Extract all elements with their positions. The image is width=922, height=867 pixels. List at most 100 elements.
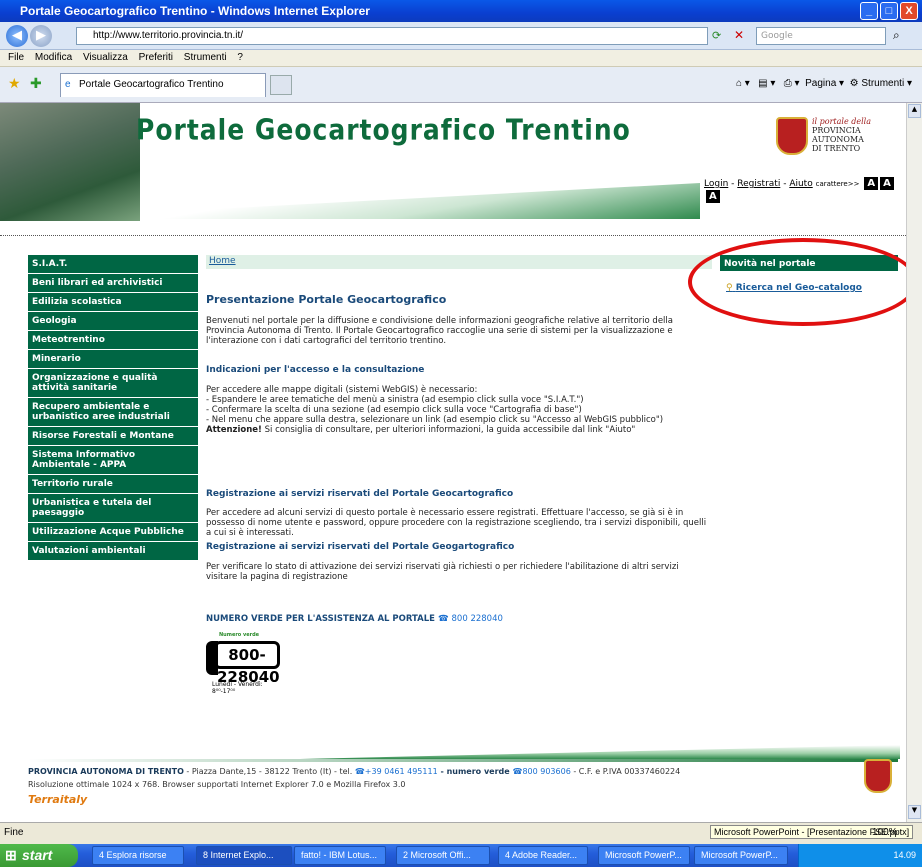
zoom-level[interactable]: 100%	[872, 827, 898, 838]
status-text: Fine	[4, 827, 24, 838]
access-line-5: Si consiglia di consultare, per ulterior…	[261, 425, 636, 435]
print-icon[interactable]: ⎙ ▾	[784, 78, 800, 89]
menu-help[interactable]: ?	[237, 52, 243, 63]
footer-tel[interactable]: +39 0461 495111	[365, 767, 438, 776]
red-highlight-circle	[688, 238, 906, 326]
sidebar-item-minerario[interactable]: Minerario	[28, 350, 198, 369]
task-powerpoint-2[interactable]: Microsoft PowerP...	[694, 846, 788, 865]
task-office[interactable]: 2 Microsoft Offi...	[396, 846, 490, 865]
close-button[interactable]: X	[900, 2, 918, 20]
task-internet-explorer[interactable]: 8 Internet Explo...	[196, 846, 292, 865]
page-title: Presentazione Portale Geocartografico	[206, 293, 447, 306]
registration-text: Per accedere ad alcuni servizi di questo…	[206, 508, 707, 538]
refresh-icon[interactable]: ⟳	[712, 29, 721, 42]
aiuto-link[interactable]: Aiuto	[789, 179, 812, 189]
sidebar-item-siat[interactable]: S.I.A.T.	[28, 255, 198, 274]
sidebar-item-acque[interactable]: Utilizzazione Acque Pubbliche	[28, 523, 198, 542]
page-menu[interactable]: Pagina	[805, 78, 836, 89]
sidebar-item-edilizia[interactable]: Edilizia scolastica	[28, 293, 198, 312]
numero-verde-label: NUMERO VERDE PER L'ASSISTENZA AL PORTALE	[206, 614, 435, 624]
maximize-button[interactable]: □	[880, 2, 898, 20]
footer-swoosh	[300, 745, 900, 759]
access-line-3: - Confermare la scelta di una sezione (a…	[206, 405, 582, 415]
site-banner: Portale Geocartografico Trentino il port…	[0, 103, 906, 221]
logo-line2: PROVINCIA AUTONOMA	[812, 126, 864, 144]
scroll-down-arrow-icon[interactable]: ▼	[908, 805, 921, 819]
sidebar-item-risorse-forestali[interactable]: Risorse Forestali e Montane	[28, 427, 198, 446]
sidebar-item-meteotrentino[interactable]: Meteotrentino	[28, 331, 198, 350]
menu-file[interactable]: File	[8, 52, 24, 63]
font-small-button[interactable]: A	[864, 177, 879, 190]
sidebar-item-urbanistica[interactable]: Urbanistica e tutela del paesaggio	[28, 494, 198, 523]
footer-nv-label: - numero verde	[437, 767, 513, 776]
font-medium-button[interactable]: A	[880, 177, 894, 190]
access-warning: Attenzione!	[206, 425, 262, 435]
ie-icon: e	[65, 79, 71, 90]
menu-bar: File Modifica Visualizza Preferiti Strum…	[0, 50, 922, 67]
sidebar-item-geologia[interactable]: Geologia	[28, 312, 198, 331]
sidebar-item-valutazioni[interactable]: Valutazioni ambientali	[28, 542, 198, 561]
clock[interactable]: 14.09	[893, 850, 916, 860]
home-icon[interactable]: ⌂ ▾	[736, 78, 750, 89]
system-tray: 14.09	[798, 844, 922, 867]
sidebar-item-organizzazione[interactable]: Organizzazione e qualità attività sanita…	[28, 369, 198, 398]
stop-icon[interactable]: ✕	[734, 28, 744, 42]
search-input[interactable]: Google	[756, 27, 886, 45]
task-lotus[interactable]: fatto! - IBM Lotus...	[294, 846, 386, 865]
footer-nv-number[interactable]: 800 903606	[522, 767, 570, 776]
top-links: Login - Registrati - Aiuto carattere>> A…	[704, 177, 906, 203]
sidebar-item-appa[interactable]: Sistema Informativo Ambientale - APPA	[28, 446, 198, 475]
crest-icon	[776, 117, 808, 155]
provincia-logo[interactable]: il portale della PROVINCIA AUTONOMA DI T…	[776, 113, 894, 163]
breadcrumb-home-link[interactable]: Home	[209, 256, 236, 266]
menu-modifica[interactable]: Modifica	[35, 52, 72, 63]
sidebar-item-territorio-rurale[interactable]: Territorio rurale	[28, 475, 198, 494]
menu-preferiti[interactable]: Preferiti	[139, 52, 173, 63]
tab-label: Portale Geocartografico Trentino	[79, 79, 224, 90]
access-text: Per accedere alle mappe digitali (sistem…	[206, 385, 710, 435]
vertical-scrollbar[interactable]: ▲ ▼	[906, 103, 922, 822]
start-button[interactable]: ⊞ start	[0, 844, 78, 867]
sidebar-item-beni-librari[interactable]: Beni librari ed archivistici	[28, 274, 198, 293]
numero-verde-logo-caption: Numero verde	[219, 632, 260, 638]
minimize-button[interactable]: _	[860, 2, 878, 20]
access-line-2: - Espandere le aree tematiche del menù a…	[206, 395, 584, 405]
footer-org: PROVINCIA AUTONOMA DI TRENTO	[28, 767, 184, 776]
numero-verde-hours: Lunedì - Venerdì: 8⁰⁰-17⁰⁰	[212, 681, 263, 695]
window-title-bar[interactable]: Portale Geocartografico Trentino - Windo…	[0, 0, 922, 22]
breadcrumb: Home	[206, 255, 712, 269]
search-icon[interactable]: ⌕	[893, 28, 900, 43]
back-icon[interactable]: ◀	[6, 25, 28, 47]
favorites-star-icon[interactable]: ★	[8, 76, 21, 92]
font-size-label: carattere>>	[815, 180, 860, 188]
new-tab-button[interactable]	[270, 75, 292, 95]
registrati-link[interactable]: Registrati	[737, 179, 780, 189]
address-input[interactable]: http://www.territorio.provincia.tn.it/	[76, 27, 708, 45]
gear-icon[interactable]: ⚙	[850, 78, 859, 89]
feeds-icon[interactable]: ▤ ▾	[758, 78, 775, 89]
banner-title: Portale Geocartografico Trentino	[136, 112, 631, 147]
command-bar: ⌂ ▾ ▤ ▾ ⎙ ▾ Pagina ▾ ⚙ Strumenti ▾	[735, 78, 912, 89]
sidebar-item-recupero[interactable]: Recupero ambientale e urbanistico aree i…	[28, 398, 198, 427]
tools-menu[interactable]: Strumenti	[861, 78, 904, 89]
menu-strumenti[interactable]: Strumenti	[184, 52, 227, 63]
terraitaly-logo[interactable]: Terraitaly	[28, 793, 87, 806]
numero-verde-number[interactable]: 800 228040	[452, 614, 503, 624]
task-powerpoint-1[interactable]: Microsoft PowerP...	[598, 846, 690, 865]
access-line-4: - Nel menu che appare sulla destra, sele…	[206, 415, 664, 425]
login-link[interactable]: Login	[704, 179, 728, 189]
task-explora-risorse[interactable]: 4 Esplora risorse	[92, 846, 184, 865]
task-adobe-reader[interactable]: 4 Adobe Reader...	[498, 846, 588, 865]
scroll-up-arrow-icon[interactable]: ▲	[908, 104, 921, 118]
footer-cf: - C.F. e P.IVA 00337460224	[570, 767, 681, 776]
font-large-button[interactable]: A	[706, 190, 720, 203]
add-favorites-icon[interactable]: ✚	[30, 76, 42, 92]
registration-heading-2: Registrazione ai servizi riservati del P…	[206, 542, 515, 552]
registration-text-2: Per verificare lo stato di attivazione d…	[206, 562, 679, 582]
tab-portale[interactable]: e Portale Geocartografico Trentino	[60, 73, 266, 97]
numero-verde-line: NUMERO VERDE PER L'ASSISTENZA AL PORTALE…	[206, 614, 503, 624]
menu-visualizza[interactable]: Visualizza	[83, 52, 128, 63]
access-heading: Indicazioni per l'accesso e la consultaz…	[206, 365, 425, 375]
status-bar: Fine Microsoft PowerPoint - [Presentazio…	[0, 822, 922, 844]
forward-icon[interactable]: ▶	[30, 25, 52, 47]
